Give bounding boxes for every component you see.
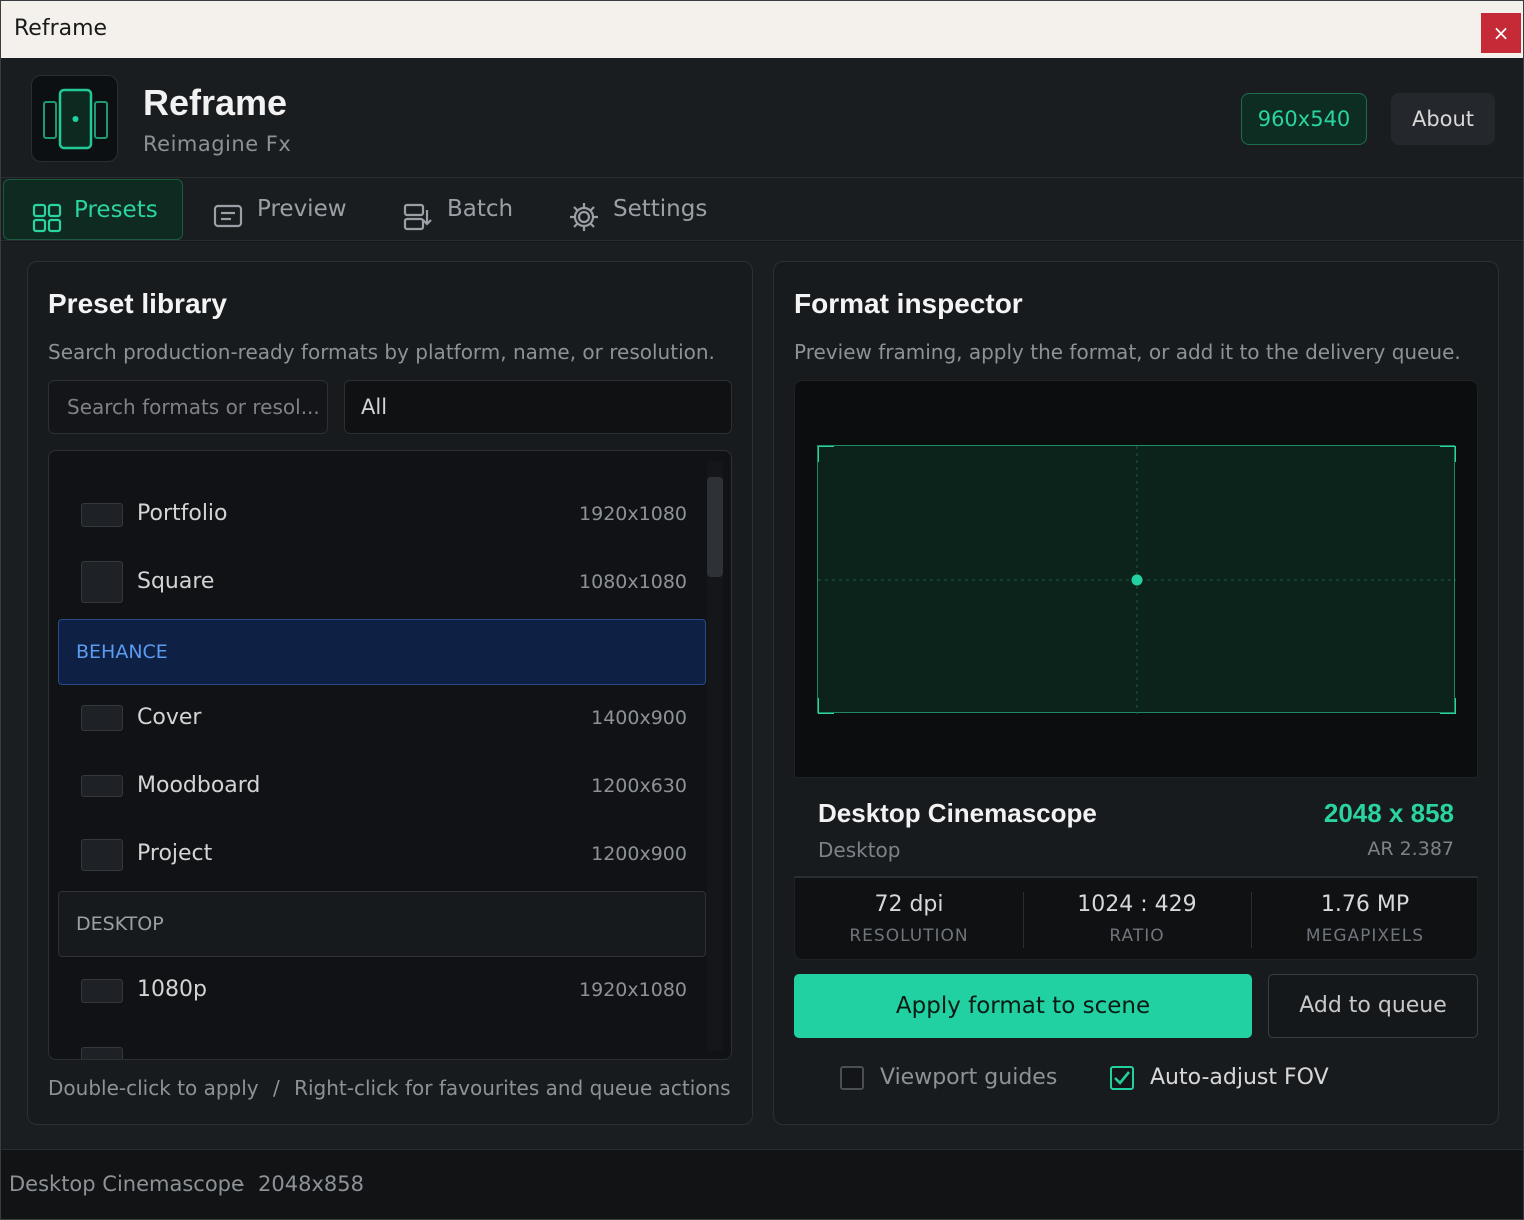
preset-thumb bbox=[81, 705, 123, 731]
preset-thumb bbox=[81, 561, 123, 603]
apply-format-button[interactable]: Apply format to scene bbox=[794, 974, 1252, 1038]
stat-value: 1.76 MP bbox=[1320, 892, 1410, 917]
preset-thumb bbox=[81, 503, 123, 527]
app-window: Reframe × Reframe Reimagine Fx 960x540 A… bbox=[0, 0, 1524, 1220]
window-title: Reframe bbox=[14, 16, 108, 41]
close-button[interactable]: × bbox=[1481, 13, 1521, 53]
preset-resolution: 1200x900 bbox=[591, 843, 687, 865]
preview-viewport[interactable] bbox=[794, 380, 1478, 778]
about-button[interactable]: About bbox=[1391, 93, 1495, 145]
inspector-subtitle: Preview framing, apply the format, or ad… bbox=[794, 340, 1461, 364]
preset-name: Portfolio bbox=[137, 501, 228, 526]
preset-resolution: 1200x630 bbox=[591, 775, 687, 797]
grid-icon bbox=[32, 196, 62, 233]
gear-icon bbox=[569, 195, 599, 231]
list-item[interactable]: Cover 1400x900 bbox=[49, 685, 705, 753]
stat-label: MEGAPIXELS bbox=[1305, 926, 1425, 946]
tab-preview[interactable]: Preview bbox=[199, 179, 359, 240]
stat-value: 72 dpi bbox=[874, 892, 944, 917]
preset-name: Project bbox=[137, 841, 213, 866]
stat-resolution: 72 dpi RESOLUTION bbox=[795, 878, 1023, 960]
add-to-queue-button[interactable]: Add to queue bbox=[1268, 974, 1478, 1038]
tab-settings[interactable]: Settings bbox=[555, 179, 725, 240]
auto-fov-checkbox[interactable] bbox=[1110, 1066, 1134, 1090]
tab-batch[interactable]: Batch bbox=[389, 179, 529, 240]
preset-name: Cover bbox=[137, 705, 202, 730]
format-info: Desktop Cinemascope Desktop 2048 x 858 A… bbox=[794, 778, 1478, 878]
group-header-behance[interactable]: BEHANCE bbox=[58, 619, 706, 685]
platform-filter-select[interactable]: All bbox=[344, 380, 732, 434]
auto-fov-label[interactable]: Auto-adjust FOV bbox=[1150, 1065, 1329, 1090]
check-icon bbox=[1114, 1071, 1131, 1085]
preset-resolution: 1080x1080 bbox=[579, 571, 687, 593]
tab-settings-label: Settings bbox=[613, 196, 708, 222]
format-inspector-panel: Format inspector Preview framing, apply … bbox=[773, 261, 1499, 1125]
library-title: Preset library bbox=[48, 288, 227, 319]
app-name: Reframe bbox=[143, 82, 288, 123]
status-bar: Desktop Cinemascope - 2048x858 bbox=[1, 1149, 1523, 1219]
list-item[interactable]: Square 1080x1080 bbox=[49, 549, 705, 617]
resolution-badge[interactable]: 960x540 bbox=[1241, 93, 1367, 145]
list-scrollbar-thumb[interactable] bbox=[707, 477, 723, 577]
preview-icon bbox=[213, 195, 243, 228]
preset-library-panel: Preset library Search production-ready f… bbox=[27, 261, 753, 1125]
status-resolution: 2048x858 bbox=[258, 1172, 364, 1196]
format-stats: 72 dpi RESOLUTION 1024 : 429 RATIO 1.76 … bbox=[794, 878, 1478, 960]
format-frame bbox=[817, 445, 1456, 714]
group-header-desktop[interactable]: DESKTOP bbox=[58, 891, 706, 957]
status-format-name: Desktop Cinemascope bbox=[9, 1172, 244, 1196]
stat-label: RESOLUTION bbox=[849, 926, 969, 946]
hint-apply: Double-click to apply bbox=[48, 1076, 259, 1100]
preset-thumb bbox=[81, 839, 123, 871]
stat-ratio: 1024 : 429 RATIO bbox=[1023, 878, 1251, 960]
reframe-logo-icon bbox=[31, 75, 118, 162]
preset-thumb bbox=[81, 775, 123, 797]
library-subtitle: Search production-ready formats by platf… bbox=[48, 340, 715, 364]
format-category: Desktop bbox=[818, 838, 901, 862]
tab-preview-label: Preview bbox=[257, 196, 347, 222]
stat-megapixels: 1.76 MP MEGAPIXELS bbox=[1251, 878, 1479, 960]
tab-bar: Presets Preview Batch Settings bbox=[1, 178, 1523, 241]
preset-thumb bbox=[81, 979, 123, 1003]
stat-value: 1024 : 429 bbox=[1077, 892, 1197, 917]
preset-name: Moodboard bbox=[137, 773, 261, 798]
search-input[interactable]: Search formats or resol... bbox=[48, 380, 328, 434]
hint-separator: / bbox=[272, 1076, 280, 1100]
main-area: Preset library Search production-ready f… bbox=[1, 242, 1523, 1149]
list-item[interactable]: Moodboard 1200x630 bbox=[49, 753, 705, 821]
viewport-guides-checkbox[interactable] bbox=[840, 1066, 864, 1090]
format-name: Desktop Cinemascope bbox=[818, 798, 1097, 828]
list-item[interactable] bbox=[49, 1025, 705, 1059]
viewport-guides-label[interactable]: Viewport guides bbox=[880, 1065, 1057, 1090]
preset-list: Portfolio 1920x1080 Square 1080x1080 BEH… bbox=[48, 450, 732, 1060]
status-separator: - bbox=[237, 1172, 245, 1196]
inspector-title: Format inspector bbox=[794, 288, 1023, 319]
app-header: Reframe Reimagine Fx 960x540 About bbox=[1, 58, 1523, 178]
list-item[interactable]: Project 1200x900 bbox=[49, 821, 705, 889]
batch-icon bbox=[403, 195, 433, 231]
tab-batch-label: Batch bbox=[447, 196, 514, 222]
title-bar: Reframe × bbox=[1, 1, 1523, 58]
format-dimensions: 2048 x 858 bbox=[1323, 798, 1454, 828]
hint-context: Right-click for favourites and queue act… bbox=[294, 1076, 731, 1100]
preset-name: 1080p bbox=[137, 977, 207, 1002]
tab-presets[interactable]: Presets bbox=[3, 179, 183, 240]
stat-label: RATIO bbox=[1109, 926, 1165, 946]
preset-name: Square bbox=[137, 569, 215, 594]
list-item[interactable]: 1080p 1920x1080 bbox=[49, 957, 705, 1025]
preset-resolution: 1920x1080 bbox=[579, 979, 687, 1001]
tab-presets-label: Presets bbox=[74, 197, 158, 223]
preset-thumb bbox=[81, 1047, 123, 1059]
library-hint: Double-click to apply / Right-click for … bbox=[48, 1076, 731, 1100]
preset-resolution: 1400x900 bbox=[591, 707, 687, 729]
preset-resolution: 1920x1080 bbox=[579, 503, 687, 525]
format-aspect-ratio: AR 2.387 bbox=[1367, 838, 1454, 860]
list-item[interactable]: Portfolio 1920x1080 bbox=[49, 481, 705, 549]
app-subtitle: Reimagine Fx bbox=[143, 132, 292, 156]
